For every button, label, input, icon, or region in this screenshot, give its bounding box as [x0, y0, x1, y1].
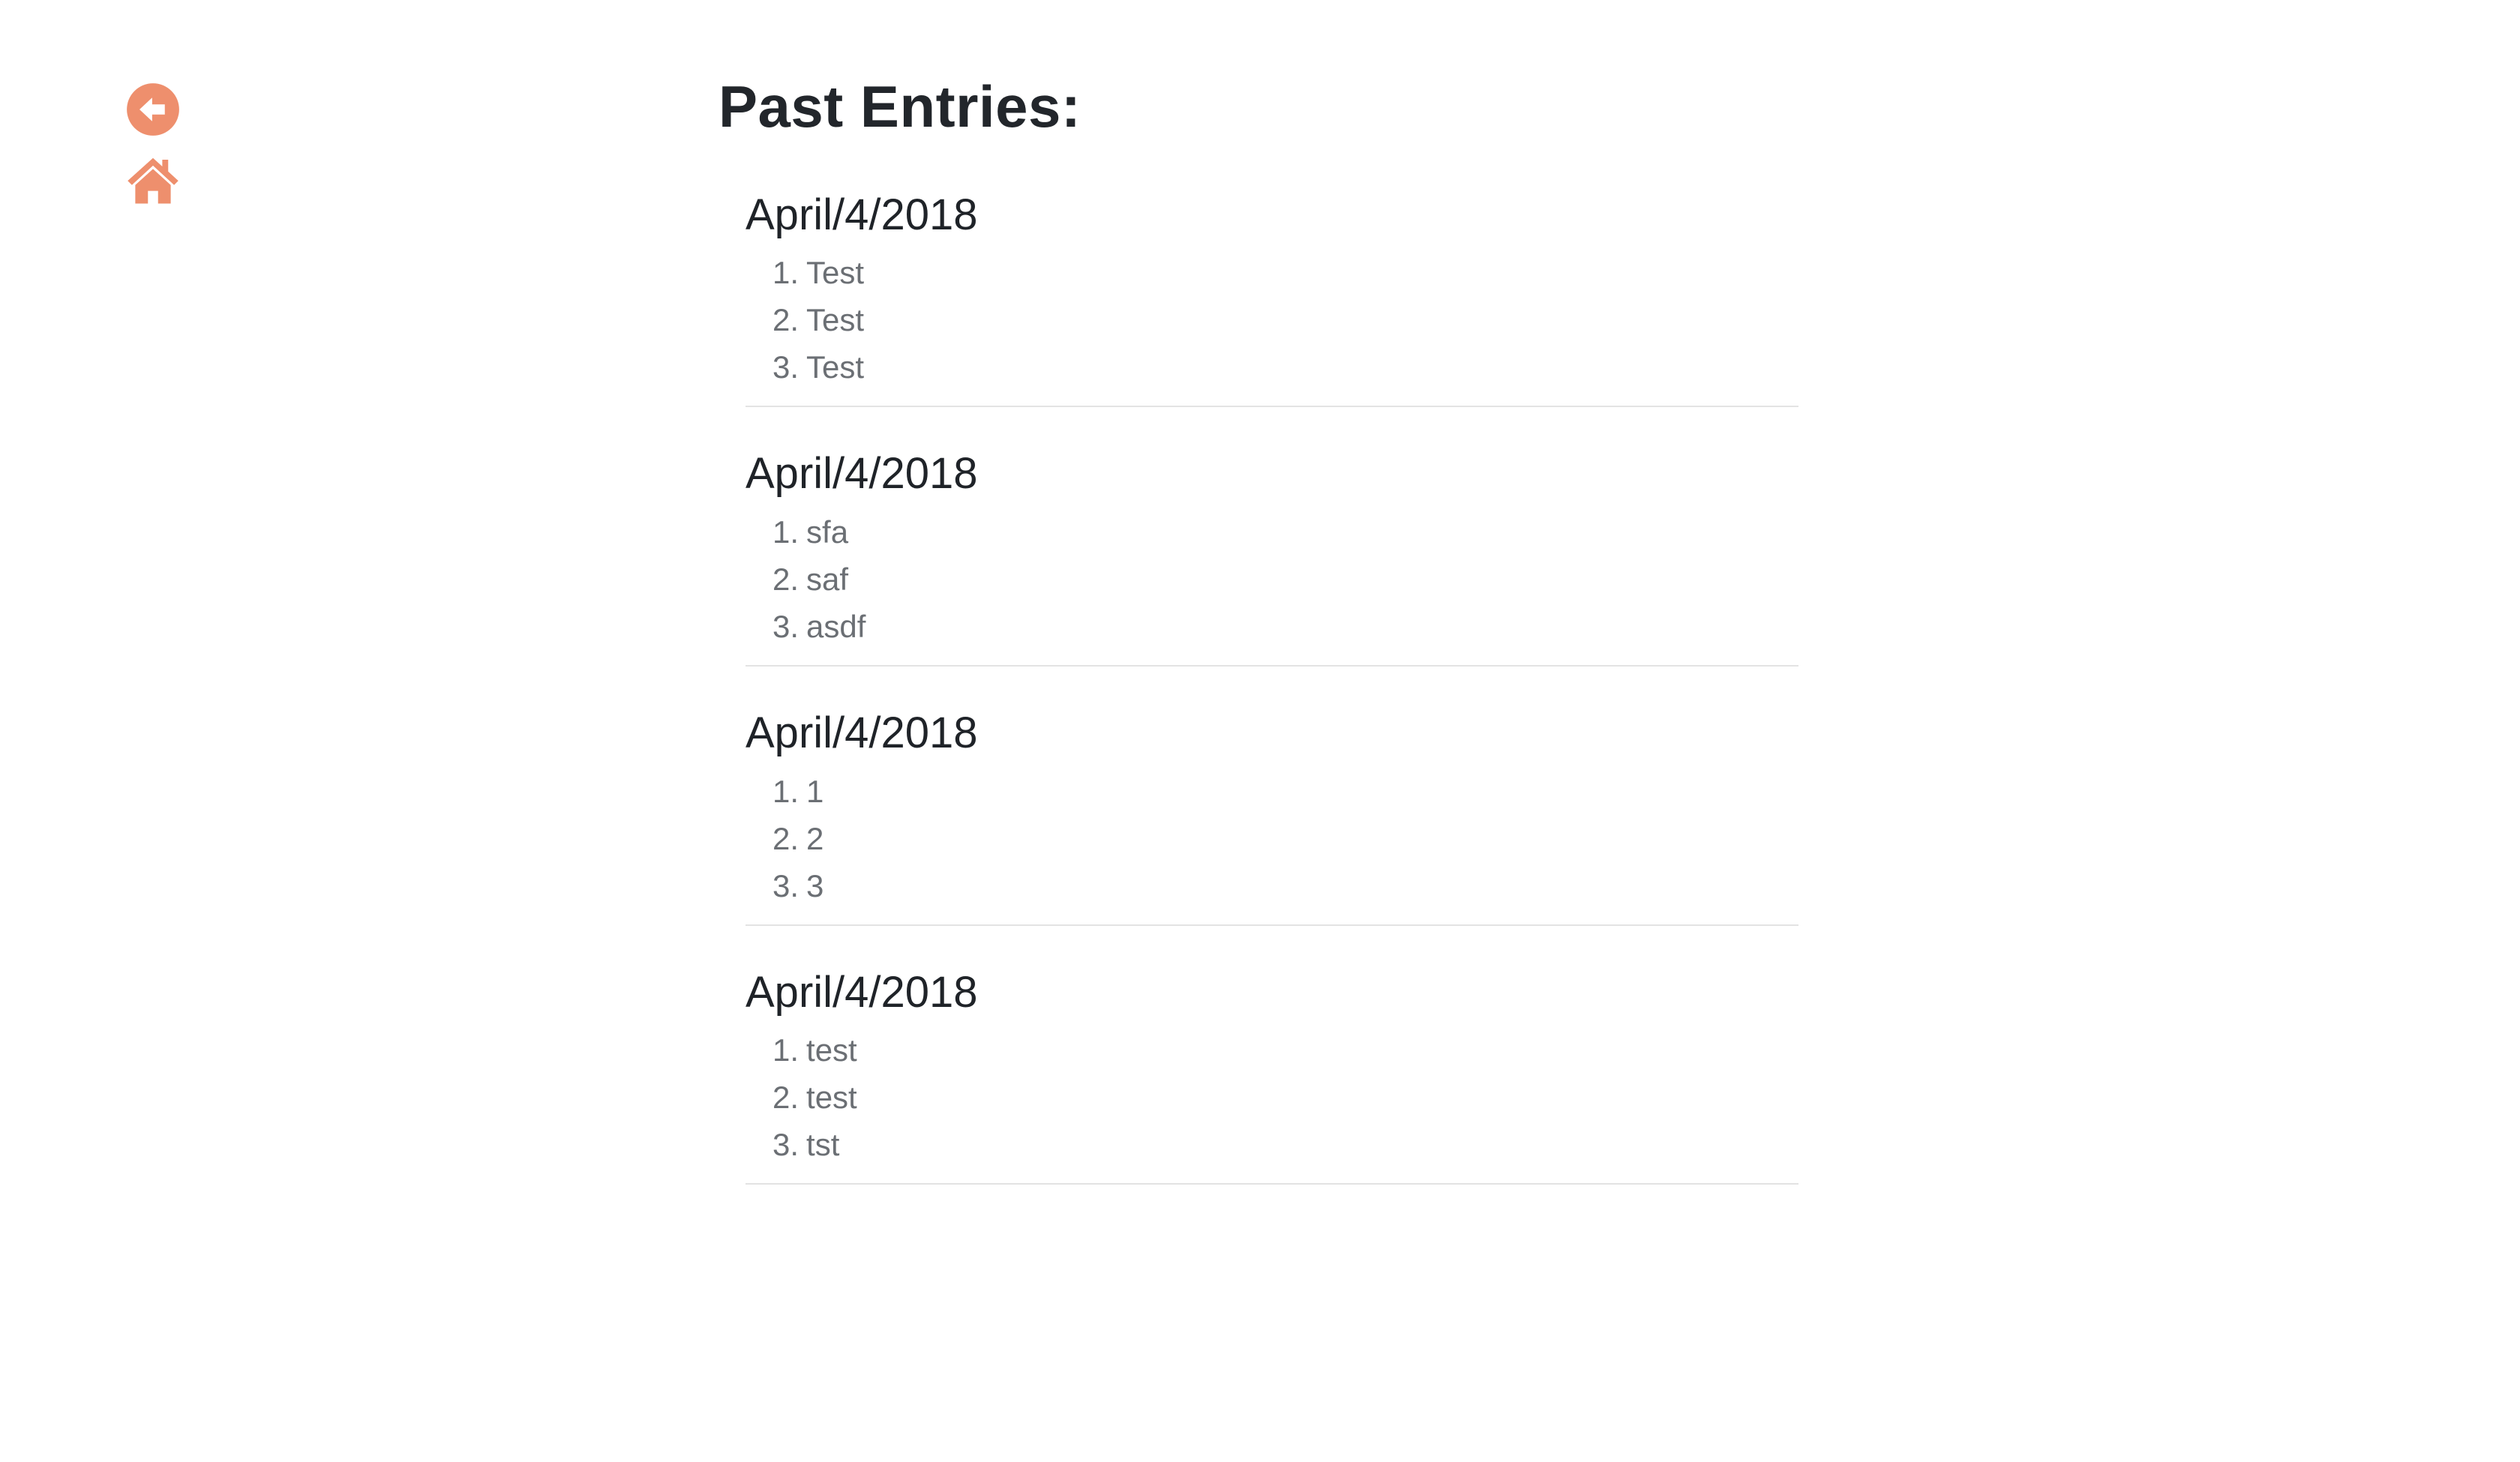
item-text: Test: [806, 255, 865, 291]
entry-date: April/4/2018: [746, 708, 978, 757]
entry-card: April/4/2018 1. sfa 2. saf 3. asdf: [746, 449, 1798, 667]
item-text: test: [806, 1080, 857, 1116]
list-item: 1. 1: [772, 768, 1798, 815]
main-content: Past Entries: April/4/2018 1. Test 2. Test…: [718, 72, 1798, 1227]
arrow-circle-left-icon: [127, 83, 179, 136]
list-item: 3. Test: [772, 343, 1798, 391]
entry-card: April/4/2018 1. 1 2. 2 3. 3: [746, 709, 1798, 926]
entry-date: April/4/2018: [746, 449, 978, 499]
side-nav: [126, 82, 186, 223]
list-item: 1. Test: [772, 249, 1798, 296]
item-text: Test: [806, 349, 865, 385]
entry-card: April/4/2018 1. test 2. test 3. tst: [746, 968, 1798, 1185]
item-number: 3.: [772, 1127, 800, 1163]
item-text: asdf: [806, 608, 866, 644]
item-text: 1: [806, 773, 824, 809]
list-item: 2. saf: [772, 556, 1798, 603]
item-text: Test: [806, 302, 865, 338]
list-item: 1. test: [772, 1026, 1798, 1074]
item-number: 2.: [772, 302, 800, 338]
entry-items: 1. sfa 2. saf 3. asdf: [746, 508, 1798, 650]
list-item: 2. test: [772, 1074, 1798, 1121]
item-number: 1.: [772, 1032, 800, 1068]
item-number: 1.: [772, 773, 800, 809]
entry-date: April/4/2018: [746, 967, 978, 1017]
item-number: 2.: [772, 820, 800, 856]
list-item: 3. tst: [772, 1121, 1798, 1168]
item-text: sfa: [806, 514, 849, 550]
entry-items: 1. test 2. test 3. tst: [746, 1026, 1798, 1168]
entry-items: 1. 1 2. 2 3. 3: [746, 768, 1798, 909]
list-item: 2. 2: [772, 815, 1798, 862]
item-number: 2.: [772, 561, 800, 597]
item-number: 1.: [772, 514, 800, 550]
item-text: 3: [806, 867, 824, 903]
page-title: Past Entries:: [718, 73, 1082, 139]
item-number: 3.: [772, 867, 800, 903]
item-number: 2.: [772, 1080, 800, 1116]
entries-list: April/4/2018 1. Test 2. Test 3. Test April/…: [746, 190, 1798, 1185]
page: Past Entries: April/4/2018 1. Test 2. Test…: [0, 0, 2520, 1462]
back-button[interactable]: [126, 82, 180, 136]
entry-card: April/4/2018 1. Test 2. Test 3. Test: [746, 190, 1798, 408]
list-item: 1. sfa: [772, 508, 1798, 556]
item-number: 3.: [772, 349, 800, 385]
list-item: 3. asdf: [772, 603, 1798, 650]
home-icon: [128, 157, 178, 204]
item-number: 3.: [772, 608, 800, 644]
item-text: 2: [806, 820, 824, 856]
item-text: tst: [806, 1127, 840, 1163]
item-number: 1.: [772, 255, 800, 291]
entry-items: 1. Test 2. Test 3. Test: [746, 249, 1798, 391]
entry-date: April/4/2018: [746, 190, 978, 239]
item-text: test: [806, 1032, 857, 1068]
item-text: saf: [806, 561, 849, 597]
list-item: 3. 3: [772, 862, 1798, 909]
list-item: 2. Test: [772, 296, 1798, 343]
home-button[interactable]: [126, 153, 180, 207]
